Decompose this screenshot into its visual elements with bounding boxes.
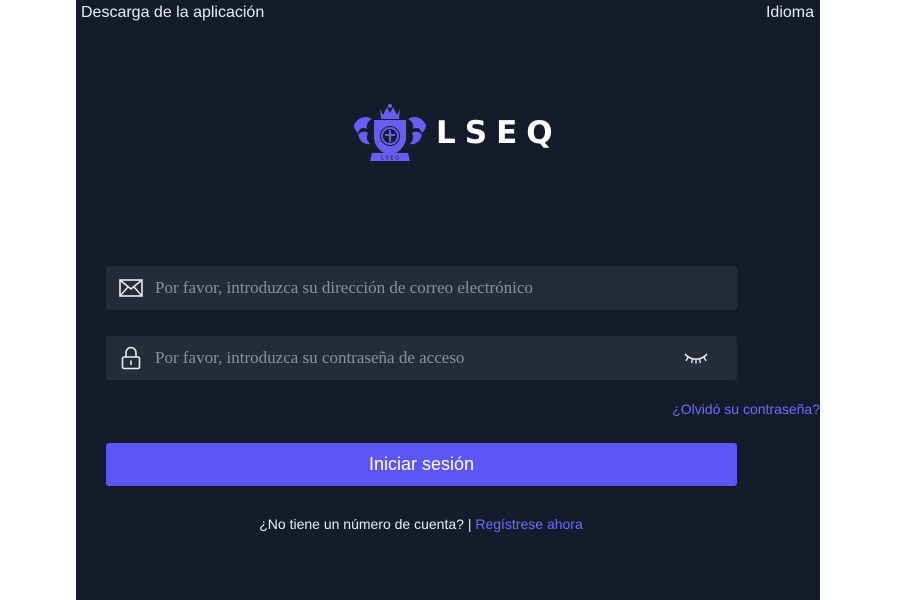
register-prompt: ¿No tiene un número de cuenta? | Regístr… xyxy=(76,516,766,532)
forgot-password-link[interactable]: ¿Olvidó su contraseña? xyxy=(672,401,820,417)
login-screen: Descarga de la aplicación Idioma L S E Q… xyxy=(76,0,820,600)
lock-icon xyxy=(117,346,145,370)
language-selector[interactable]: Idioma xyxy=(766,4,814,22)
eye-closed-icon[interactable] xyxy=(683,350,709,366)
crest-logo-icon: L S E Q xyxy=(352,103,428,163)
separator: | xyxy=(467,516,472,532)
register-link[interactable]: Regístrese ahora xyxy=(475,516,582,532)
password-input[interactable] xyxy=(153,335,683,381)
brand-logo: L S E Q LSEQ xyxy=(352,103,562,163)
app-download-link[interactable]: Descarga de la aplicación xyxy=(81,4,264,22)
email-input[interactable] xyxy=(153,265,737,311)
login-button[interactable]: Iniciar sesión xyxy=(106,443,737,486)
password-field[interactable] xyxy=(106,335,737,381)
envelope-icon xyxy=(117,276,145,300)
email-field[interactable] xyxy=(106,265,737,311)
brand-name: LSEQ xyxy=(436,115,562,151)
svg-text:L S E Q: L S E Q xyxy=(381,156,399,162)
no-account-text: ¿No tiene un número de cuenta? xyxy=(259,516,464,532)
